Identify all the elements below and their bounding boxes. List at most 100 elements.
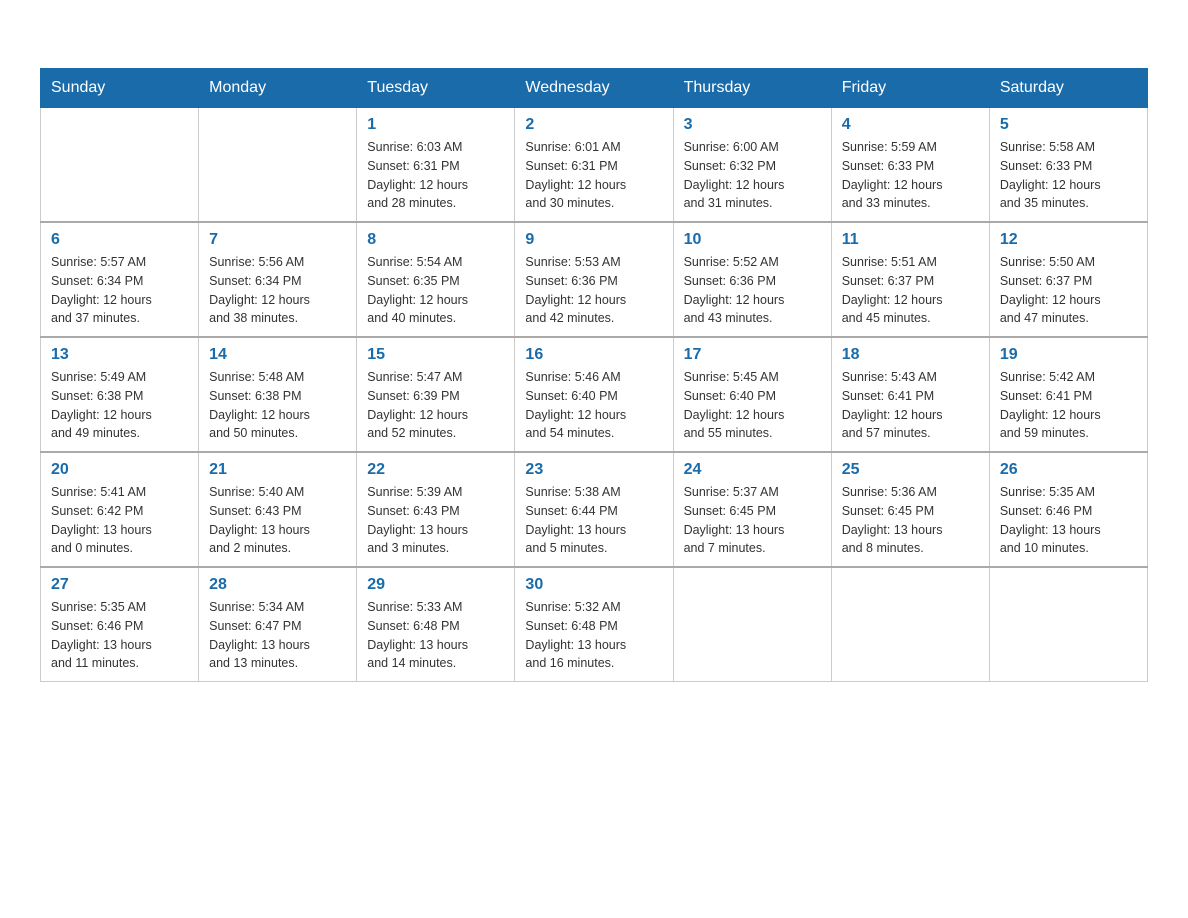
weekday-header-sunday: Sunday — [41, 69, 199, 108]
weekday-header-tuesday: Tuesday — [357, 69, 515, 108]
weekday-header-thursday: Thursday — [673, 69, 831, 108]
day-number: 17 — [684, 346, 821, 364]
calendar-week-row: 1 Sunrise: 6:03 AM Sunset: 6:31 PM Daylig… — [41, 108, 1148, 223]
day-info: Sunrise: 5:51 AM Sunset: 6:37 PM Dayligh… — [842, 253, 979, 328]
page-header: General Blue — [40, 30, 1148, 48]
day-number: 12 — [1000, 231, 1137, 249]
calendar-cell — [41, 108, 199, 223]
day-info: Sunrise: 6:03 AM Sunset: 6:31 PM Dayligh… — [367, 138, 504, 213]
weekday-header-wednesday: Wednesday — [515, 69, 673, 108]
day-number: 1 — [367, 116, 504, 134]
calendar-cell — [673, 567, 831, 682]
day-info: Sunrise: 5:40 AM Sunset: 6:43 PM Dayligh… — [209, 483, 346, 558]
calendar-cell: 20 Sunrise: 5:41 AM Sunset: 6:42 PM Dayli… — [41, 452, 199, 567]
calendar-cell: 6 Sunrise: 5:57 AM Sunset: 6:34 PM Daylig… — [41, 222, 199, 337]
day-number: 2 — [525, 116, 662, 134]
day-info: Sunrise: 5:32 AM Sunset: 6:48 PM Dayligh… — [525, 598, 662, 673]
calendar-cell: 28 Sunrise: 5:34 AM Sunset: 6:47 PM Dayli… — [199, 567, 357, 682]
calendar-cell: 14 Sunrise: 5:48 AM Sunset: 6:38 PM Dayli… — [199, 337, 357, 452]
calendar-cell: 21 Sunrise: 5:40 AM Sunset: 6:43 PM Dayli… — [199, 452, 357, 567]
day-number: 9 — [525, 231, 662, 249]
day-info: Sunrise: 5:58 AM Sunset: 6:33 PM Dayligh… — [1000, 138, 1137, 213]
day-number: 13 — [51, 346, 188, 364]
calendar-cell: 4 Sunrise: 5:59 AM Sunset: 6:33 PM Daylig… — [831, 108, 989, 223]
calendar-cell: 15 Sunrise: 5:47 AM Sunset: 6:39 PM Dayli… — [357, 337, 515, 452]
day-info: Sunrise: 5:56 AM Sunset: 6:34 PM Dayligh… — [209, 253, 346, 328]
day-info: Sunrise: 5:45 AM Sunset: 6:40 PM Dayligh… — [684, 368, 821, 443]
calendar-cell: 8 Sunrise: 5:54 AM Sunset: 6:35 PM Daylig… — [357, 222, 515, 337]
calendar-cell — [199, 108, 357, 223]
calendar-cell: 7 Sunrise: 5:56 AM Sunset: 6:34 PM Daylig… — [199, 222, 357, 337]
day-number: 16 — [525, 346, 662, 364]
day-number: 23 — [525, 461, 662, 479]
day-info: Sunrise: 5:49 AM Sunset: 6:38 PM Dayligh… — [51, 368, 188, 443]
day-info: Sunrise: 5:54 AM Sunset: 6:35 PM Dayligh… — [367, 253, 504, 328]
day-number: 7 — [209, 231, 346, 249]
day-info: Sunrise: 5:48 AM Sunset: 6:38 PM Dayligh… — [209, 368, 346, 443]
calendar-cell: 3 Sunrise: 6:00 AM Sunset: 6:32 PM Daylig… — [673, 108, 831, 223]
day-info: Sunrise: 5:52 AM Sunset: 6:36 PM Dayligh… — [684, 253, 821, 328]
day-number: 8 — [367, 231, 504, 249]
day-info: Sunrise: 5:42 AM Sunset: 6:41 PM Dayligh… — [1000, 368, 1137, 443]
calendar-cell: 16Sunrise: 5:46 AM Sunset: 6:40 PM Dayli… — [515, 337, 673, 452]
weekday-header-friday: Friday — [831, 69, 989, 108]
day-info: Sunrise: 6:00 AM Sunset: 6:32 PM Dayligh… — [684, 138, 821, 213]
calendar-week-row: 27 Sunrise: 5:35 AM Sunset: 6:46 PM Dayli… — [41, 567, 1148, 682]
day-info: Sunrise: 5:59 AM Sunset: 6:33 PM Dayligh… — [842, 138, 979, 213]
day-number: 24 — [684, 461, 821, 479]
day-number: 18 — [842, 346, 979, 364]
day-number: 3 — [684, 116, 821, 134]
calendar-week-row: 13 Sunrise: 5:49 AM Sunset: 6:38 PM Dayli… — [41, 337, 1148, 452]
day-info: Sunrise: 5:34 AM Sunset: 6:47 PM Dayligh… — [209, 598, 346, 673]
weekday-header-row: SundayMondayTuesdayWednesdayThursdayFrid… — [41, 69, 1148, 108]
day-number: 27 — [51, 576, 188, 594]
calendar-cell — [989, 567, 1147, 682]
day-number: 15 — [367, 346, 504, 364]
day-info: Sunrise: 5:35 AM Sunset: 6:46 PM Dayligh… — [1000, 483, 1137, 558]
day-info: Sunrise: 5:35 AM Sunset: 6:46 PM Dayligh… — [51, 598, 188, 673]
calendar-cell: 19 Sunrise: 5:42 AM Sunset: 6:41 PM Dayli… — [989, 337, 1147, 452]
calendar-cell: 25Sunrise: 5:36 AM Sunset: 6:45 PM Dayli… — [831, 452, 989, 567]
day-number: 4 — [842, 116, 979, 134]
day-info: Sunrise: 5:38 AM Sunset: 6:44 PM Dayligh… — [525, 483, 662, 558]
day-info: Sunrise: 5:41 AM Sunset: 6:42 PM Dayligh… — [51, 483, 188, 558]
day-number: 11 — [842, 231, 979, 249]
calendar-cell: 30 Sunrise: 5:32 AM Sunset: 6:48 PM Dayli… — [515, 567, 673, 682]
day-number: 22 — [367, 461, 504, 479]
calendar-week-row: 6 Sunrise: 5:57 AM Sunset: 6:34 PM Daylig… — [41, 222, 1148, 337]
calendar-cell: 12 Sunrise: 5:50 AM Sunset: 6:37 PM Dayli… — [989, 222, 1147, 337]
calendar-cell: 13 Sunrise: 5:49 AM Sunset: 6:38 PM Dayli… — [41, 337, 199, 452]
calendar-cell: 17 Sunrise: 5:45 AM Sunset: 6:40 PM Dayli… — [673, 337, 831, 452]
day-number: 26 — [1000, 461, 1137, 479]
day-number: 29 — [367, 576, 504, 594]
calendar-cell: 1 Sunrise: 6:03 AM Sunset: 6:31 PM Daylig… — [357, 108, 515, 223]
calendar-cell: 18 Sunrise: 5:43 AM Sunset: 6:41 PM Dayli… — [831, 337, 989, 452]
day-info: Sunrise: 5:47 AM Sunset: 6:39 PM Dayligh… — [367, 368, 504, 443]
day-info: Sunrise: 5:43 AM Sunset: 6:41 PM Dayligh… — [842, 368, 979, 443]
day-number: 14 — [209, 346, 346, 364]
day-number: 25 — [842, 461, 979, 479]
calendar-cell: 10Sunrise: 5:52 AM Sunset: 6:36 PM Dayli… — [673, 222, 831, 337]
day-info: Sunrise: 5:37 AM Sunset: 6:45 PM Dayligh… — [684, 483, 821, 558]
calendar-cell: 29 Sunrise: 5:33 AM Sunset: 6:48 PM Dayli… — [357, 567, 515, 682]
calendar-cell: 11 Sunrise: 5:51 AM Sunset: 6:37 PM Dayli… — [831, 222, 989, 337]
day-number: 21 — [209, 461, 346, 479]
day-number: 20 — [51, 461, 188, 479]
day-number: 5 — [1000, 116, 1137, 134]
day-number: 6 — [51, 231, 188, 249]
day-info: Sunrise: 5:33 AM Sunset: 6:48 PM Dayligh… — [367, 598, 504, 673]
weekday-header-monday: Monday — [199, 69, 357, 108]
calendar-cell: 23 Sunrise: 5:38 AM Sunset: 6:44 PM Dayli… — [515, 452, 673, 567]
day-info: Sunrise: 5:57 AM Sunset: 6:34 PM Dayligh… — [51, 253, 188, 328]
day-info: Sunrise: 5:53 AM Sunset: 6:36 PM Dayligh… — [525, 253, 662, 328]
calendar-week-row: 20 Sunrise: 5:41 AM Sunset: 6:42 PM Dayli… — [41, 452, 1148, 567]
day-info: Sunrise: 6:01 AM Sunset: 6:31 PM Dayligh… — [525, 138, 662, 213]
day-number: 28 — [209, 576, 346, 594]
day-number: 30 — [525, 576, 662, 594]
calendar-cell — [831, 567, 989, 682]
day-info: Sunrise: 5:39 AM Sunset: 6:43 PM Dayligh… — [367, 483, 504, 558]
day-info: Sunrise: 5:50 AM Sunset: 6:37 PM Dayligh… — [1000, 253, 1137, 328]
weekday-header-saturday: Saturday — [989, 69, 1147, 108]
calendar-cell: 22 Sunrise: 5:39 AM Sunset: 6:43 PM Dayli… — [357, 452, 515, 567]
day-number: 19 — [1000, 346, 1137, 364]
